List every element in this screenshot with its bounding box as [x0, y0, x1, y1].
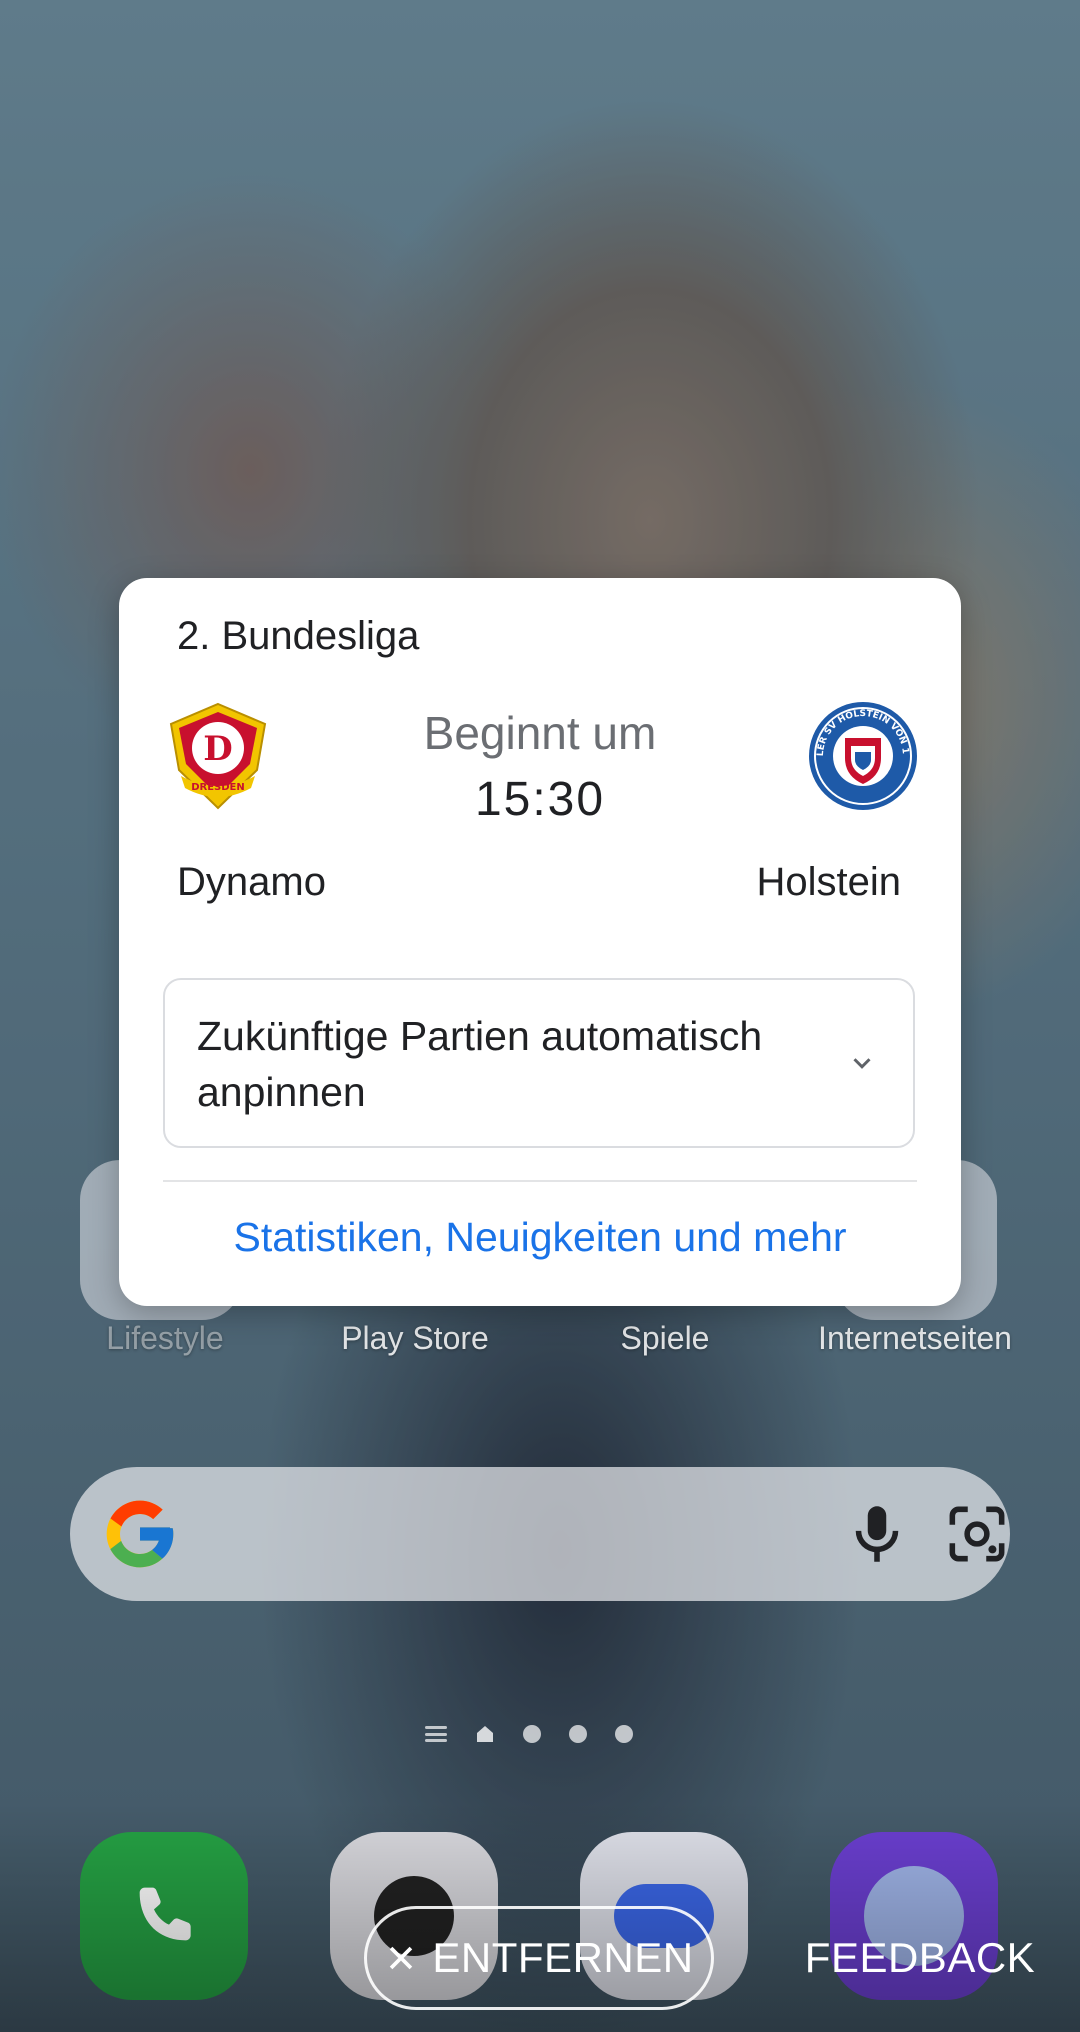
- page-indicator: [425, 1722, 633, 1746]
- divider: [163, 1180, 917, 1182]
- auto-pin-label: Zukünftige Partien automatisch anpinnen: [197, 1013, 763, 1115]
- camera-lens-icon[interactable]: [940, 1497, 1014, 1571]
- menu-lines-icon: [425, 1726, 447, 1742]
- dynamo-dresden-crest-icon: D DRESDEN: [169, 702, 267, 810]
- league-title: 2. Bundesliga: [177, 614, 420, 658]
- holstein-kiel-crest-icon: KIELER SV HOLSTEIN VON 1900: [807, 700, 917, 810]
- remove-label: ENTFERNEN: [432, 1934, 694, 1981]
- match-status: Beginnt um: [423, 707, 657, 759]
- google-search-bar[interactable]: [70, 1467, 1010, 1601]
- svg-text:DRESDEN: DRESDEN: [191, 782, 245, 793]
- remove-button[interactable]: ENTFERNEN: [364, 1906, 714, 2010]
- chevron-down-icon: [853, 1058, 871, 1069]
- app-label-internetseiten: Internetseiten: [818, 1320, 1012, 1356]
- mic-icon[interactable]: [840, 1497, 914, 1571]
- page-dot: [569, 1725, 587, 1743]
- svg-text:D: D: [203, 729, 232, 769]
- app-label-lifestyle: Lifestyle: [106, 1320, 224, 1356]
- stats-news-link[interactable]: Statistiken, Neuigkeiten und mehr: [119, 1214, 961, 1261]
- home-team-name: Dynamo: [177, 860, 326, 904]
- kickoff-time: 15:30: [474, 773, 606, 826]
- close-icon: [390, 1946, 413, 1970]
- feedback-button[interactable]: FEEDBACK: [800, 1906, 1040, 2010]
- google-g-icon: [106, 1500, 174, 1568]
- auto-pin-dropdown[interactable]: Zukünftige Partien automatisch anpinnen: [163, 978, 915, 1148]
- page-dot: [523, 1725, 541, 1743]
- app-label-spiele: Spiele: [620, 1320, 710, 1356]
- app-label-play-store: Play Store: [341, 1320, 489, 1356]
- page-dot: [615, 1725, 633, 1743]
- match-card[interactable]: 2. Bundesliga D DRESDEN Beginnt um 15:30…: [119, 578, 961, 1306]
- home-page-icon: [477, 1726, 493, 1742]
- away-team-name: Holstein: [756, 860, 901, 904]
